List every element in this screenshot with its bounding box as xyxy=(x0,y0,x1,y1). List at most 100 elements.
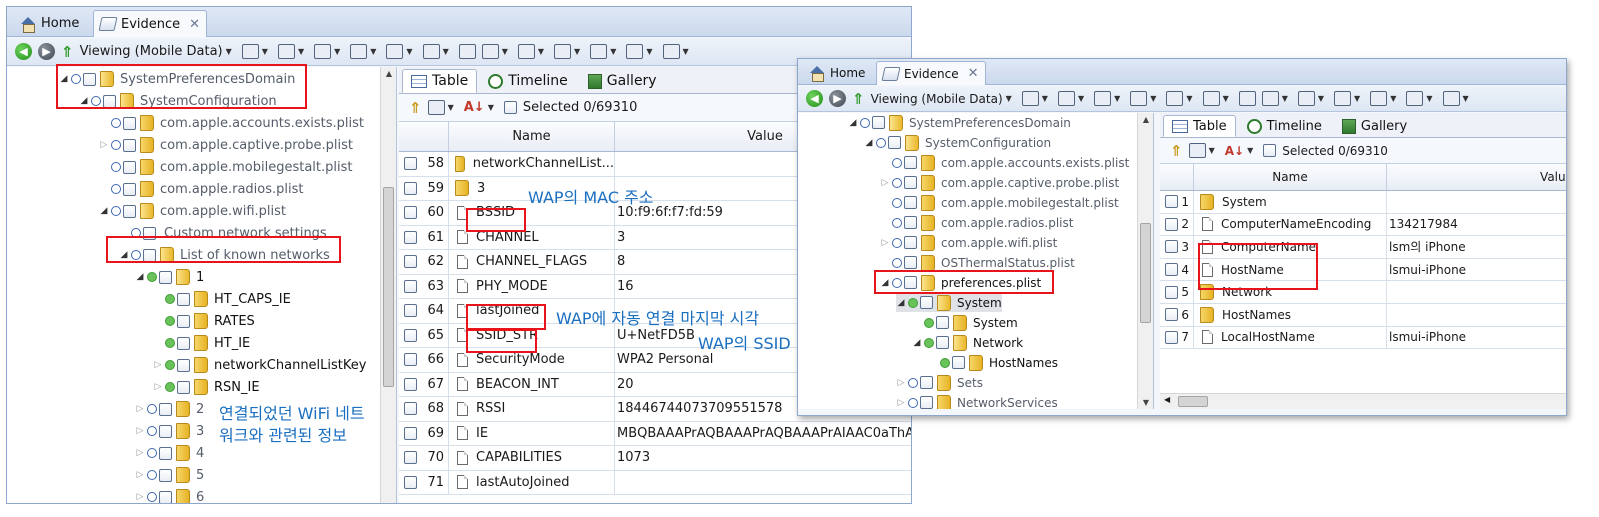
tab-table[interactable]: Table xyxy=(402,69,478,93)
checkbox[interactable] xyxy=(159,270,172,284)
columns-icon[interactable] xyxy=(1188,143,1206,158)
forward-icon[interactable]: ▶ xyxy=(38,43,55,60)
row-checkbox[interactable] xyxy=(1165,263,1178,277)
chevron-down-icon[interactable]: ▼ xyxy=(1006,94,1012,103)
columns-icon[interactable] xyxy=(427,100,445,115)
horizontal-scrollbar[interactable]: ◀ xyxy=(1160,393,1566,409)
row-checkbox[interactable] xyxy=(404,402,417,416)
tree-item[interactable]: ▷ NetworkServices xyxy=(896,393,1058,409)
back-icon[interactable]: ◀ xyxy=(15,43,32,60)
tree-item[interactable]: ▷ com.apple.captive.probe.plist xyxy=(880,173,1119,192)
chevron-down-icon[interactable]: ▼ xyxy=(1318,94,1324,103)
tree-item[interactable]: ◢ SystemConfiguration xyxy=(864,133,1051,152)
chevron-down-icon[interactable]: ▼ xyxy=(1078,94,1084,103)
close-icon[interactable]: ✕ xyxy=(968,66,979,81)
chevron-down-icon[interactable]: ▼ xyxy=(683,47,689,56)
chevron-down-icon[interactable]: ▼ xyxy=(226,47,232,56)
row-checkbox[interactable] xyxy=(404,451,417,465)
tree-item[interactable]: com.apple.radios.plist xyxy=(880,213,1073,232)
tab-timeline[interactable]: Timeline xyxy=(479,69,577,93)
chevron-down-icon[interactable]: ▼ xyxy=(1282,94,1288,103)
search-icon[interactable] xyxy=(1370,91,1388,106)
checkbox[interactable] xyxy=(177,358,190,372)
tree-item[interactable]: ▷ 3 xyxy=(135,421,204,441)
checkbox[interactable] xyxy=(872,116,885,129)
bookmark-icon[interactable] xyxy=(1166,91,1184,106)
table-row[interactable]: 7 LocalHostName lsmui-iPhone xyxy=(1160,326,1566,350)
tree-item[interactable]: HT_IE xyxy=(153,333,250,353)
checkbox[interactable] xyxy=(920,296,933,309)
tree-item[interactable]: ▷ 4 xyxy=(135,443,204,463)
row-checkbox[interactable] xyxy=(404,475,417,489)
table-row[interactable]: 1 System xyxy=(1160,191,1566,214)
checkbox[interactable] xyxy=(177,380,190,394)
table-row[interactable]: 5 Network xyxy=(1160,281,1566,304)
tab-gallery[interactable]: Gallery xyxy=(1333,115,1416,137)
checkbox[interactable] xyxy=(103,94,116,108)
checkbox[interactable] xyxy=(123,204,136,218)
sort-icon[interactable]: A↓ xyxy=(1225,144,1244,158)
row-checkbox[interactable] xyxy=(1165,330,1178,344)
checkbox[interactable] xyxy=(904,256,917,269)
checkbox[interactable] xyxy=(177,336,190,350)
checkbox[interactable] xyxy=(904,216,917,229)
tree-item[interactable]: com.apple.mobilegestalt.plist xyxy=(99,157,352,177)
checkbox[interactable] xyxy=(123,116,136,130)
chevron-down-icon[interactable]: ▼ xyxy=(1150,94,1156,103)
row-checkbox[interactable] xyxy=(404,206,417,220)
tab-home[interactable]: Home xyxy=(802,61,872,84)
tree-item[interactable]: ◢ List of known networks xyxy=(119,245,330,265)
back-icon[interactable]: ◀ xyxy=(806,90,823,107)
row-checkbox[interactable] xyxy=(404,426,417,440)
checkbox[interactable] xyxy=(123,160,136,174)
checkbox[interactable] xyxy=(143,248,156,262)
tree-item[interactable]: RATES xyxy=(153,311,255,331)
view-mode-dropdown[interactable]: Viewing (Mobile Data) xyxy=(80,44,223,59)
chevron-down-icon[interactable]: ▼ xyxy=(610,47,616,56)
checkbox[interactable] xyxy=(904,176,917,189)
table-row[interactable]: 70 CAPABILITIES 1073 xyxy=(399,446,911,471)
layout-icon[interactable] xyxy=(241,44,259,59)
chevron-down-icon[interactable]: ▼ xyxy=(646,47,652,56)
row-checkbox[interactable] xyxy=(404,377,417,391)
magnifier-icon[interactable] xyxy=(626,44,644,59)
row-checkbox[interactable] xyxy=(404,255,417,269)
hierarchy-icon[interactable] xyxy=(1297,91,1315,106)
checkbox[interactable] xyxy=(143,226,156,240)
tree-scrollbar[interactable]: ▲ ▼ xyxy=(1137,113,1153,409)
chevron-down-icon[interactable]: ▼ xyxy=(574,47,580,56)
tree-item[interactable]: ◢ Network xyxy=(912,333,1023,352)
columns-icon[interactable] xyxy=(1334,91,1352,106)
checkbox[interactable] xyxy=(920,396,933,409)
magnifier-icon[interactable] xyxy=(1406,91,1424,106)
up-arrow-icon[interactable]: ⇑ xyxy=(852,90,865,108)
checkbox[interactable] xyxy=(920,376,933,389)
list-icon[interactable] xyxy=(1057,91,1075,106)
chevron-down-icon[interactable]: ▼ xyxy=(1463,94,1469,103)
chevron-down-icon[interactable]: ▼ xyxy=(1114,94,1120,103)
tree-item[interactable]: ◢ System xyxy=(896,293,1002,312)
tree-item[interactable]: ▷ 5 xyxy=(135,465,204,485)
eraser-icon[interactable] xyxy=(1202,91,1220,106)
table-row[interactable]: 6 HostNames xyxy=(1160,303,1566,327)
chevron-down-icon[interactable]: ▼ xyxy=(1426,94,1432,103)
checkbox[interactable] xyxy=(123,182,136,196)
chevron-down-icon[interactable]: ▼ xyxy=(1390,94,1396,103)
checkbox[interactable] xyxy=(83,72,96,86)
parent-folder-icon[interactable]: ⇑ xyxy=(409,99,422,117)
checkbox[interactable] xyxy=(904,156,917,169)
tree-item[interactable]: ▷ com.apple.wifi.plist xyxy=(880,233,1057,252)
chevron-down-icon[interactable]: ▼ xyxy=(448,103,454,112)
tag-icon[interactable] xyxy=(1130,91,1148,106)
scroll-down-icon[interactable]: ▼ xyxy=(1138,398,1153,407)
chevron-down-icon[interactable]: ▼ xyxy=(262,47,268,56)
row-checkbox[interactable] xyxy=(404,157,417,171)
tab-gallery[interactable]: Gallery xyxy=(579,69,666,93)
row-checkbox[interactable] xyxy=(404,353,417,367)
layout-icon[interactable] xyxy=(1021,91,1039,106)
tree-item[interactable]: ▷ com.apple.captive.probe.plist xyxy=(99,135,353,155)
export-icon[interactable] xyxy=(1238,91,1256,106)
chevron-down-icon[interactable]: ▼ xyxy=(370,47,376,56)
evidence-tree[interactable]: ◢ SystemPreferencesDomain ◢ SystemConfigur… xyxy=(798,113,1154,409)
chevron-down-icon[interactable]: ▼ xyxy=(1186,94,1192,103)
